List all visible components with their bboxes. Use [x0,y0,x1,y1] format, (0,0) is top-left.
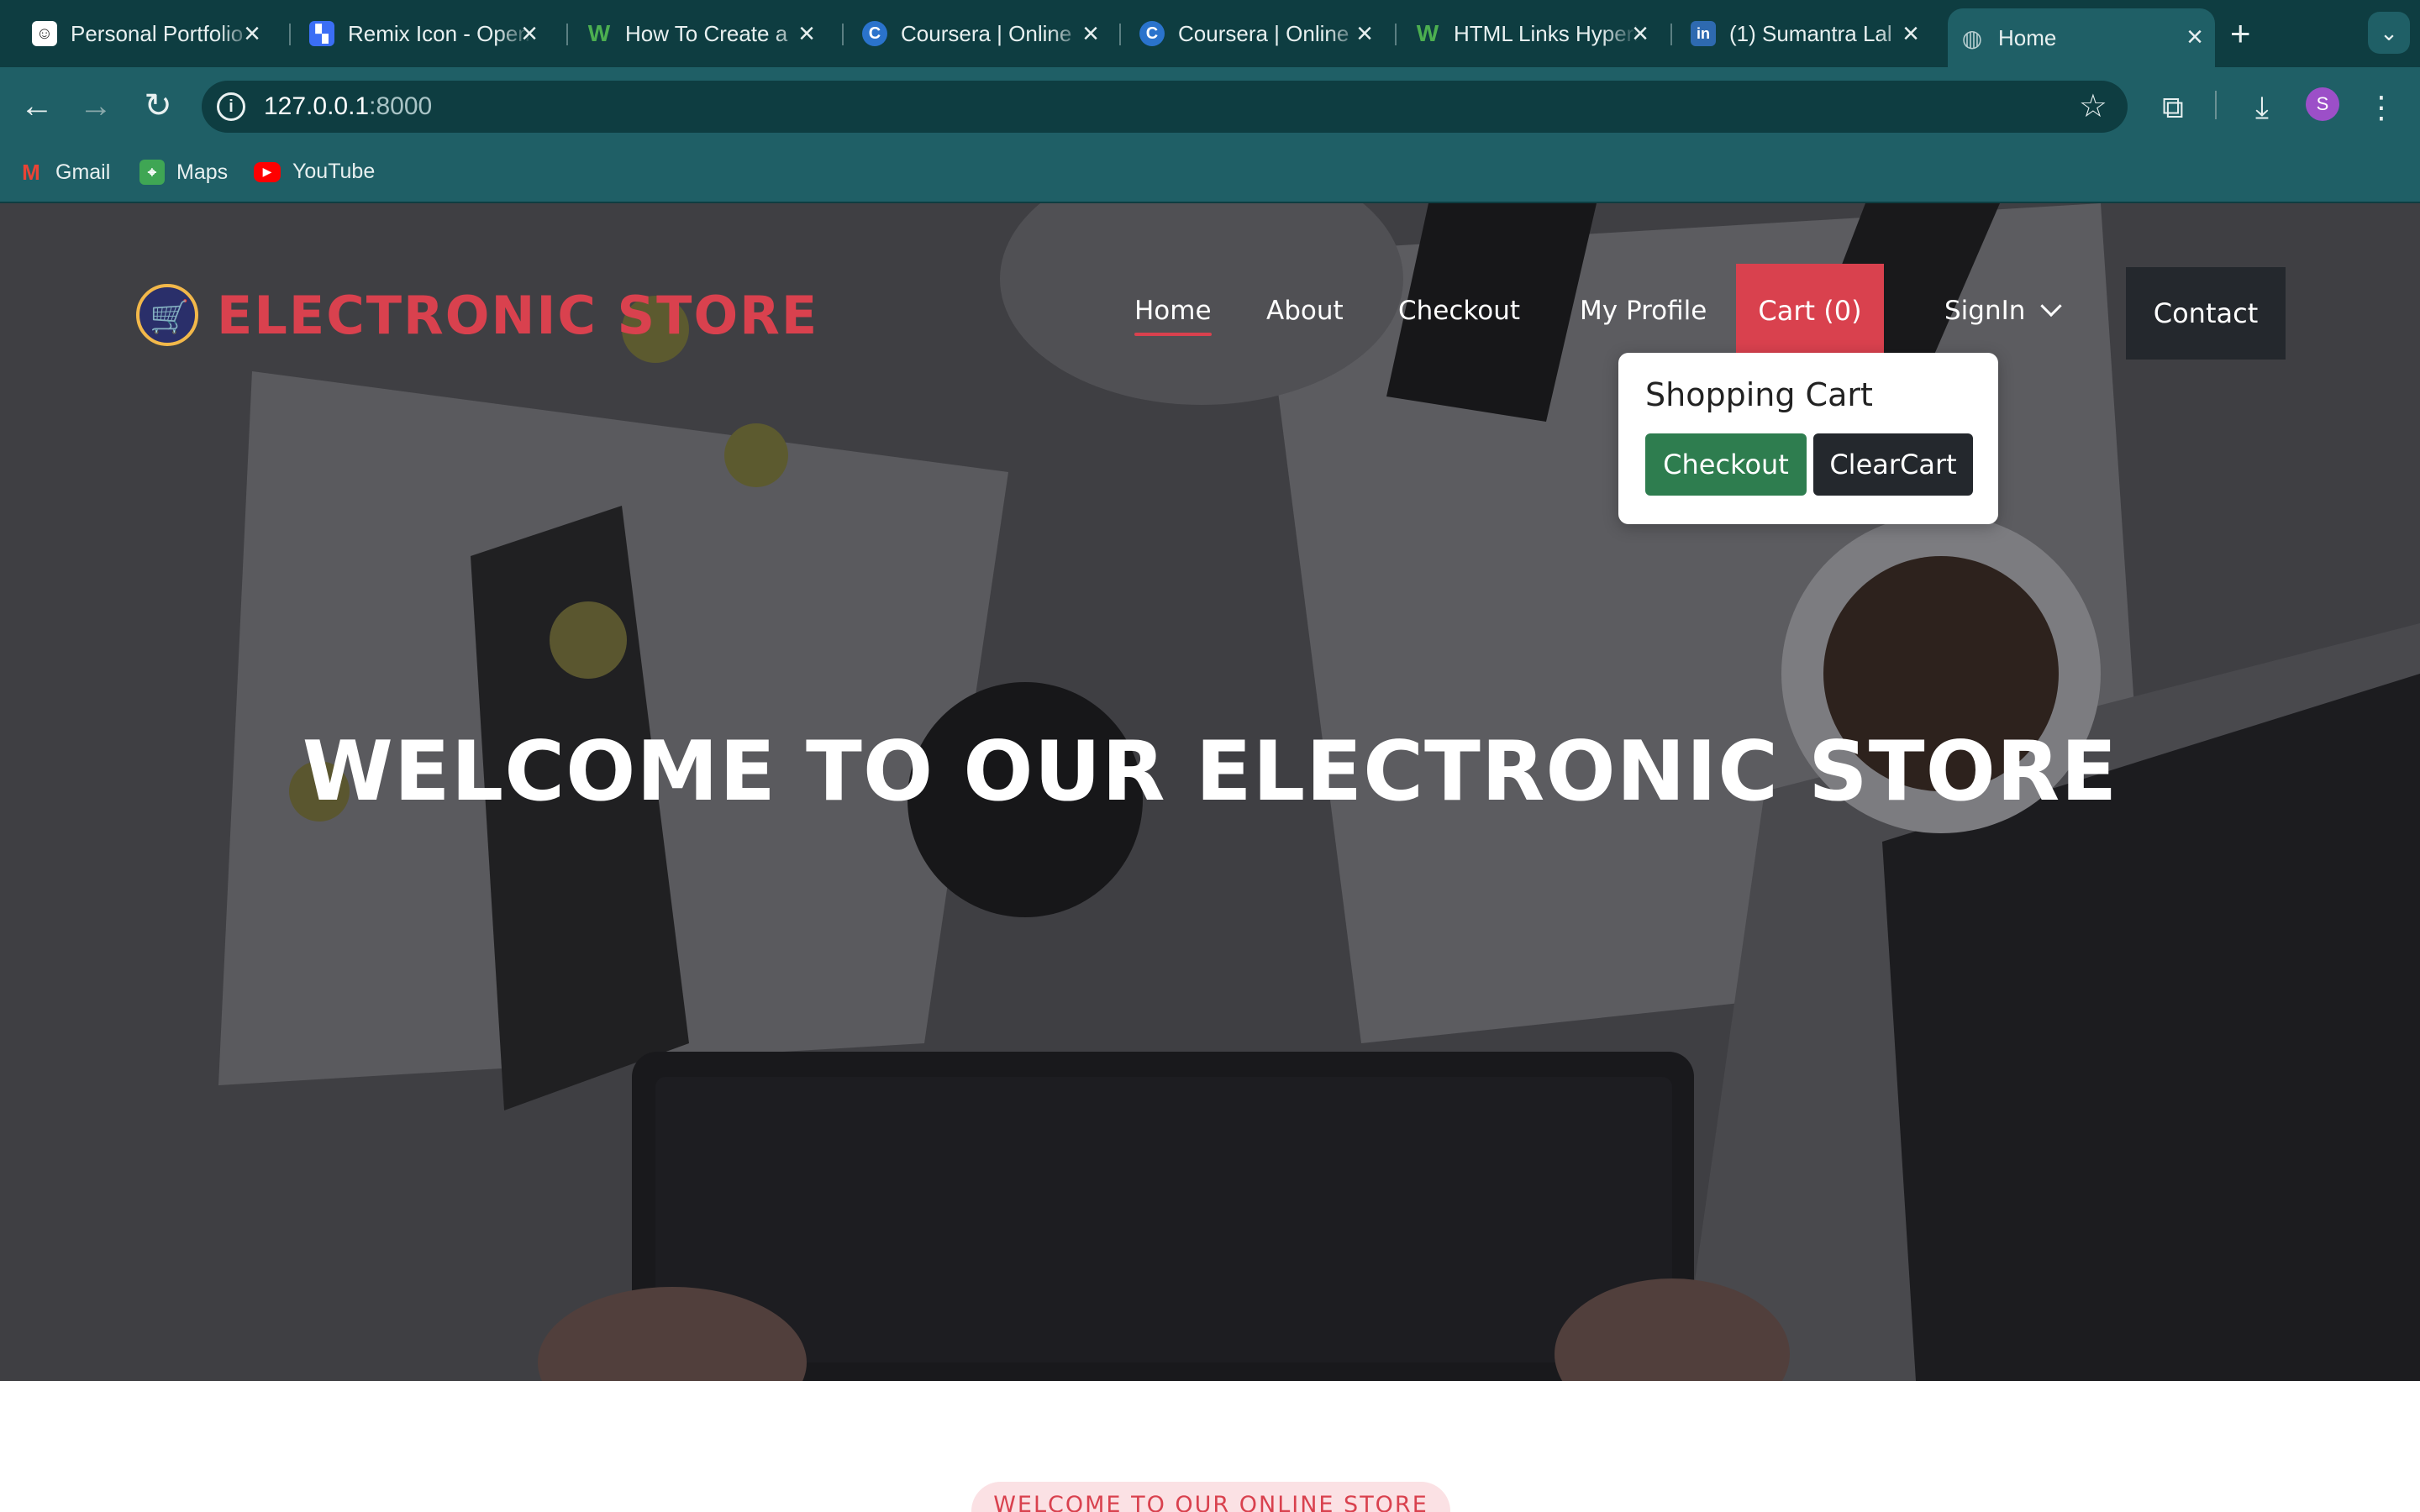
download-icon[interactable]: ⤓ [2242,87,2282,128]
close-tab-icon[interactable]: × [1356,17,1373,50]
tab-strip: ☺ Personal Portfolio × ▚ Remix Icon - Op… [0,0,2420,67]
linkedin-favicon-icon: in [1691,21,1716,46]
back-arrow-icon[interactable]: ← [17,86,57,126]
nav-cart-button[interactable]: Cart (0) [1736,264,1884,358]
nav-contact-button[interactable]: Contact [2126,267,2286,360]
bookmark-label: YouTube [292,160,376,183]
popover-title: Shopping Cart [1645,376,1873,413]
hero-heading: WELCOME TO OUR ELECTRONIC STORE [302,724,2118,820]
tab-title: (1) Sumantra Lal [1729,20,1892,46]
tab-how-to-create[interactable]: W How To Create a × [575,12,827,55]
tab-home-active[interactable]: ◍ Home × [1948,8,2215,67]
tab-html-links[interactable]: W HTML Links Hyperlinks × [1403,12,1660,55]
tab-personal-portfolio[interactable]: ☺ Personal Portfolio × [20,12,272,55]
url-text: 127.0.0.1:8000 [264,92,433,120]
nav-about[interactable]: About [1266,264,1344,358]
bookmark-youtube[interactable]: ▶ YouTube [254,160,375,184]
brand-logo-link[interactable]: 🛒 ELECTRONIC STORE [136,284,818,346]
tab-title: How To Create a [625,20,788,46]
store-logo-icon: 🛒 [136,284,198,346]
bookmark-star-icon[interactable]: ☆ [2079,87,2107,125]
close-tab-icon[interactable]: × [1632,17,1649,50]
remix-favicon-icon: ▚ [309,21,334,46]
tab-coursera-1[interactable]: C Coursera | Online × [850,12,1111,55]
youtube-icon: ▶ [254,161,281,182]
maps-icon: ⌖ [139,160,165,185]
signin-label: SignIn [1944,296,2026,326]
tab-remix-icon[interactable]: ▚ Remix Icon - Open source icon × [297,12,550,55]
gmail-icon: M [22,159,40,185]
bookmark-gmail[interactable]: M Gmail [18,160,110,185]
tab-title: Home [1998,24,2057,50]
popover-clear-cart-button[interactable]: ClearCart [1813,433,1973,496]
tab-coursera-2[interactable]: C Coursera | Online × [1128,12,1385,55]
nav-my-profile[interactable]: My Profile [1580,264,1707,358]
address-bar[interactable]: i 127.0.0.1:8000 ☆ [202,81,2128,133]
tab-title: HTML Links Hyperlinks [1454,20,1639,46]
site-info-icon[interactable]: i [217,92,245,121]
extensions-puzzle-icon[interactable]: ⧉ [2153,87,2193,128]
coursera-favicon-icon: C [862,21,887,46]
w3-favicon-icon: W [1416,20,1439,46]
tab-search-chevron-icon[interactable]: ⌄ [2368,12,2410,54]
bookmarks-bar: M Gmail ⌖ Maps ▶ YouTube [0,144,2420,203]
kebab-menu-icon[interactable]: ⋮ [2361,87,2402,128]
chevron-down-icon [2040,295,2063,318]
bookmark-label: Gmail [55,160,111,184]
profile-avatar[interactable]: S [2306,87,2339,121]
close-tab-icon[interactable]: × [1082,17,1099,50]
tab-title: Coursera | Online [1178,20,1349,46]
close-tab-icon[interactable]: × [244,17,260,50]
tab-title: Personal Portfolio [71,20,244,46]
coursera-favicon-icon: C [1139,21,1165,46]
brand-name: ELECTRONIC STORE [217,284,819,346]
bookmark-maps[interactable]: ⌖ Maps [139,160,228,185]
nav-checkout[interactable]: Checkout [1398,264,1520,358]
close-tab-icon[interactable]: × [521,17,538,50]
close-tab-icon[interactable]: × [1902,17,1919,50]
new-tab-icon[interactable]: + [2230,15,2251,52]
browser-toolbar: ← → ↻ i 127.0.0.1:8000 ☆ ⧉ ⤓ ⋮ [0,67,2420,144]
tab-title: Remix Icon - Open source icon [348,20,533,46]
close-tab-icon[interactable]: × [798,17,815,50]
bookmark-label: Maps [176,160,229,184]
nav-signin-dropdown[interactable]: SignIn [1944,264,2063,358]
forward-arrow-icon[interactable]: → [76,86,116,126]
close-tab-icon[interactable]: × [2186,20,2203,54]
popover-checkout-button[interactable]: Checkout [1645,433,1807,496]
globe-icon: ◍ [1961,24,1983,51]
portfolio-favicon-icon: ☺ [32,21,57,46]
tab-linkedin[interactable]: in (1) Sumantra Lal × [1679,12,1931,55]
tab-title: Coursera | Online [901,20,1072,46]
nav-home[interactable]: Home [1134,264,1212,358]
reload-icon[interactable]: ↻ [138,86,178,126]
section-badge: WELCOME TO OUR ONLINE STORE [971,1482,1450,1512]
shopping-cart-popover: Shopping Cart Checkout ClearCart [1618,353,1998,524]
w3-favicon-icon: W [587,20,611,46]
